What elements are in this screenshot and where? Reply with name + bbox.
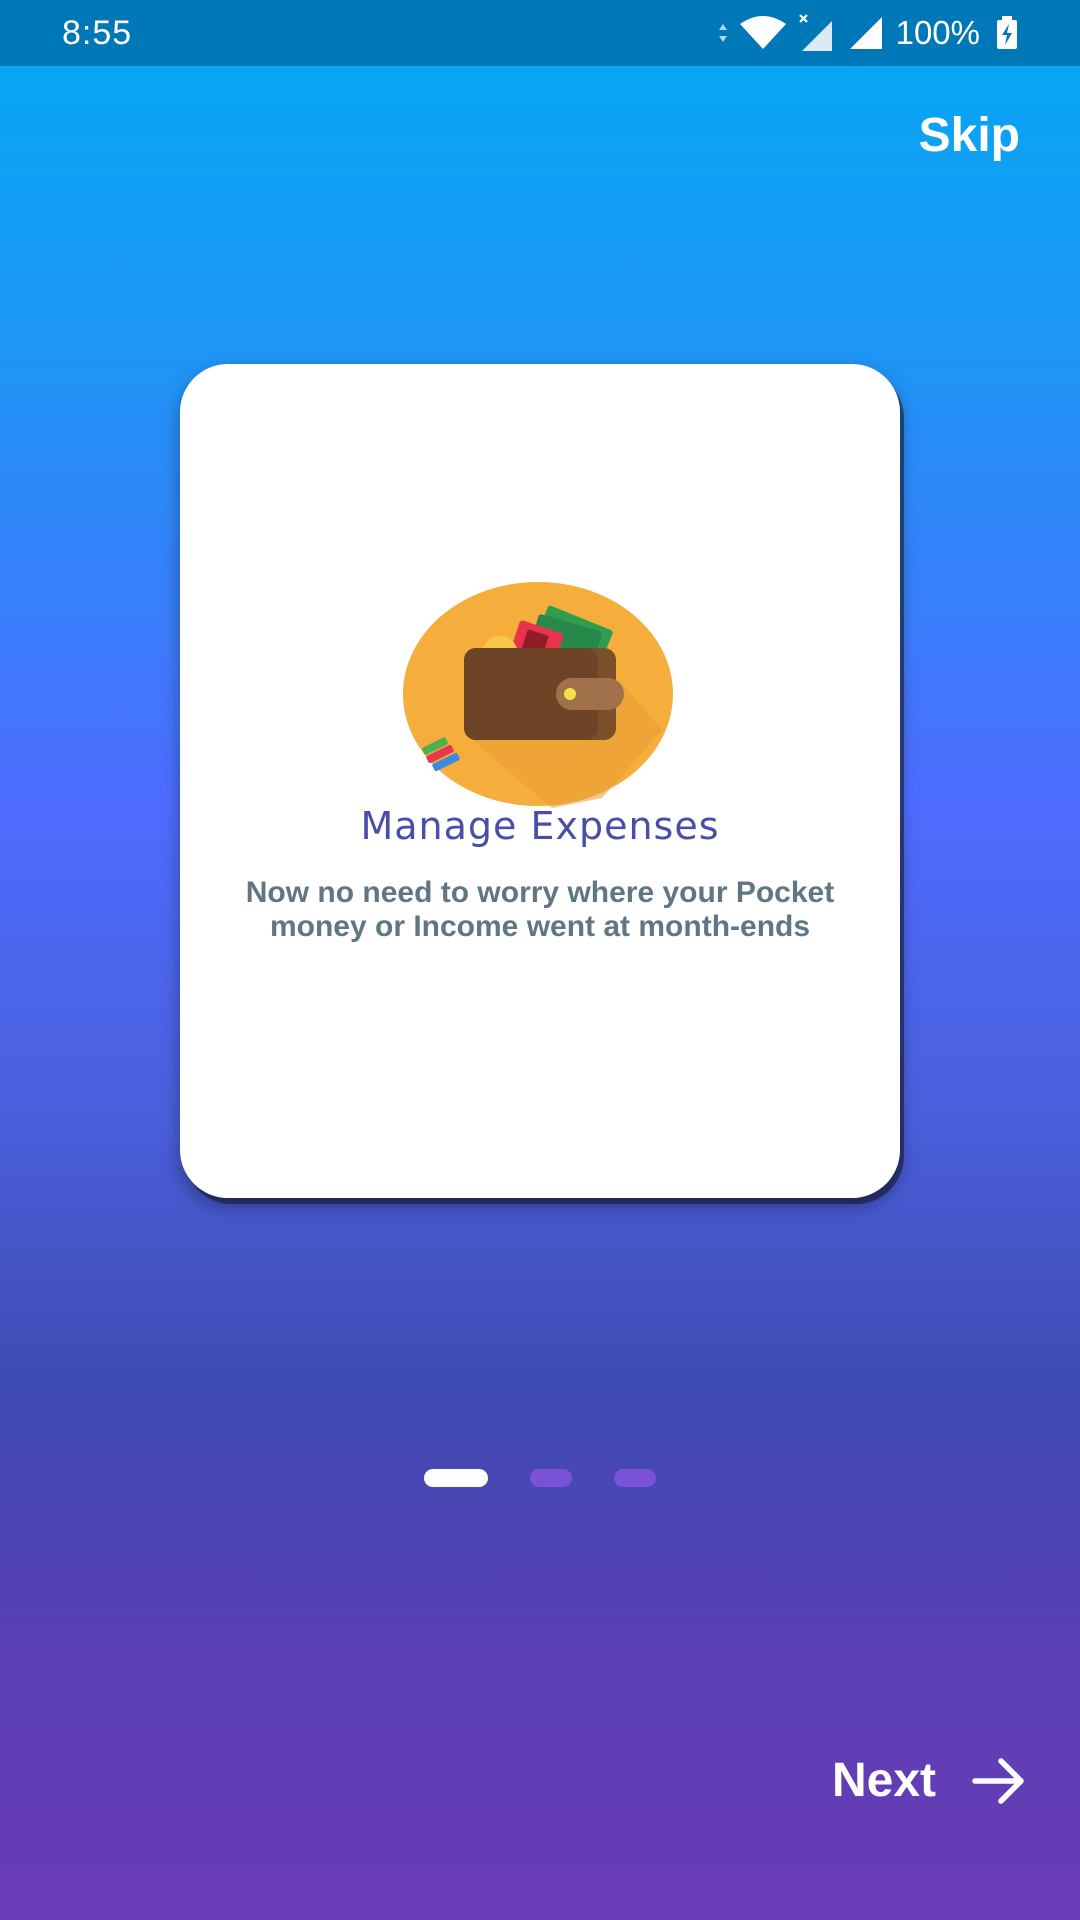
onboarding-card: Manage Expenses Now no need to worry whe… [180, 364, 900, 1198]
page-dot-3[interactable] [614, 1469, 656, 1487]
skip-button[interactable]: Skip [919, 106, 1020, 166]
status-time: 8:55 [62, 14, 133, 52]
cell-signal-icon [849, 17, 882, 49]
page-dot-1[interactable] [424, 1469, 488, 1487]
page-indicator [0, 1469, 1080, 1487]
card-description: Now no need to worry where your Pocket m… [245, 876, 835, 943]
data-arrows-icon [718, 24, 727, 42]
battery-percent: 100% [895, 14, 980, 51]
next-label: Next [831, 1754, 936, 1807]
wifi-icon [739, 16, 786, 49]
arrow-right-icon [972, 1758, 1024, 1804]
wallet-icon [403, 582, 673, 808]
status-icons: 100% [718, 10, 1018, 56]
battery-charging-icon [997, 16, 1017, 49]
next-button[interactable]: Next [832, 1750, 1026, 1812]
cell-signal-no-data-icon [798, 14, 832, 51]
page-dot-2[interactable] [530, 1469, 572, 1487]
status-bar: 8:55 100% [0, 0, 1080, 66]
card-title: Manage Expenses [360, 804, 720, 848]
